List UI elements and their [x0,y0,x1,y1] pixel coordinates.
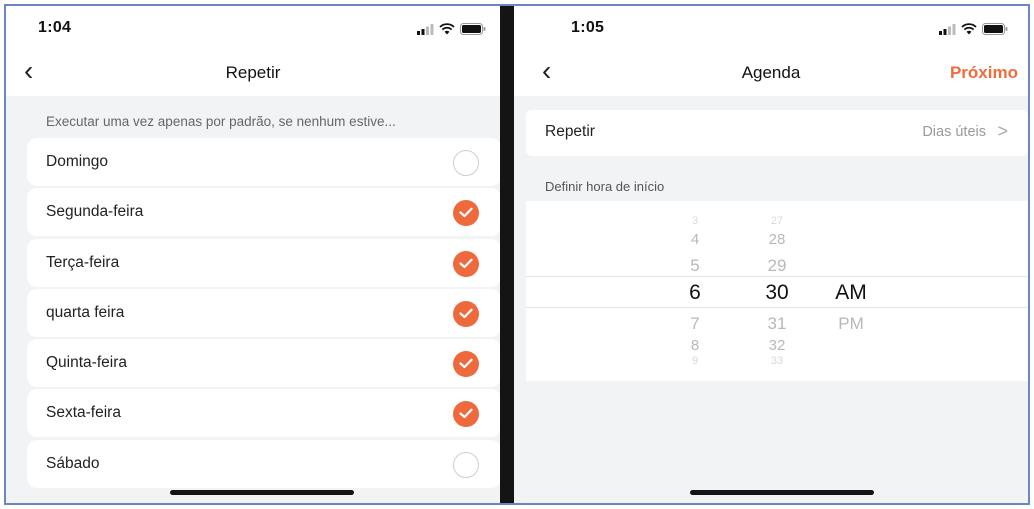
screenshot-frame: 1:04 ‹ Repetir Executar uma vez apenas p… [4,4,1030,505]
status-bar: 1:05 [514,6,1028,50]
page-title: Repetir [225,63,281,82]
picker-period[interactable]: PM [826,314,876,334]
picker-hour[interactable]: 8 [681,337,709,354]
day-label: Segunda-feira [46,203,144,220]
picker-hour[interactable]: 7 [681,314,709,334]
status-bar: 1:04 [6,6,500,50]
picker-hour[interactable]: 4 [681,231,709,248]
next-button[interactable]: Próximo [950,63,1018,83]
day-row-saturday[interactable]: Sábado [27,440,500,488]
check-icon[interactable] [453,351,479,377]
chevron-right-icon: > [997,121,1008,141]
picker-hour[interactable]: 5 [681,256,709,276]
day-label: quarta feira [46,304,125,321]
day-label: Terça-feira [46,254,120,271]
repeat-label: Repetir [545,123,595,140]
battery-icon [982,23,1008,35]
picker-minute[interactable]: 28 [757,231,797,248]
signal-icon [417,23,434,35]
unchecked-radio-icon[interactable] [453,150,479,176]
nav-bar: ‹ Repetir [6,50,500,96]
check-icon[interactable] [453,200,479,226]
check-icon[interactable] [453,301,479,327]
section-label: Definir hora de início [545,179,665,194]
signal-icon [939,23,956,35]
status-time: 1:05 [571,19,605,36]
day-row-friday[interactable]: Sexta-feira [27,389,500,437]
status-icons [939,23,1008,35]
repeat-value: Dias úteis [922,124,986,140]
unchecked-radio-icon[interactable] [453,452,479,478]
day-row-sunday[interactable]: Domingo [27,138,500,186]
home-indicator [690,490,874,495]
picker-minute-selected[interactable]: 30 [754,281,800,305]
status-icons [417,23,486,35]
day-label: Domingo [46,153,109,170]
picker-hour[interactable]: 9 [681,355,709,367]
picker-hour-selected[interactable]: 6 [679,281,711,305]
picker-minute[interactable]: 32 [757,337,797,354]
check-icon[interactable] [453,251,479,277]
day-row-thursday[interactable]: Quinta-feira [27,339,500,387]
picker-minute[interactable]: 33 [757,355,797,367]
picker-minute[interactable]: 27 [757,215,797,227]
day-row-tuesday[interactable]: Terça-feira [27,239,500,287]
repeat-screen: 1:04 ‹ Repetir Executar uma vez apenas p… [6,6,500,503]
time-picker[interactable]: 3 4 5 6 7 8 9 27 28 29 30 31 32 33 AM PM [526,201,1028,381]
battery-icon [460,23,486,35]
day-row-monday[interactable]: Segunda-feira [27,188,500,236]
screen-divider [500,6,514,503]
picker-minute[interactable]: 29 [757,256,797,276]
check-icon[interactable] [453,401,479,427]
schedule-screen: 1:05 ‹ Agenda Próximo Repetir Dias úteis… [514,6,1028,503]
repeat-hint: Executar uma vez apenas por padrão, se n… [46,114,396,129]
wifi-icon [961,23,977,35]
picker-hour[interactable]: 3 [681,215,709,227]
home-indicator [170,490,354,495]
day-label: Quinta-feira [46,354,127,371]
day-label: Sexta-feira [46,404,121,421]
repeat-row[interactable]: Repetir Dias úteis > [526,110,1028,156]
status-time: 1:04 [38,19,72,36]
picker-minute[interactable]: 31 [757,314,797,334]
wifi-icon [439,23,455,35]
day-row-wednesday[interactable]: quarta feira [27,289,500,337]
day-label: Sábado [46,455,100,472]
picker-period-selected[interactable]: AM [826,281,876,305]
nav-bar: ‹ Agenda Próximo [514,50,1028,96]
